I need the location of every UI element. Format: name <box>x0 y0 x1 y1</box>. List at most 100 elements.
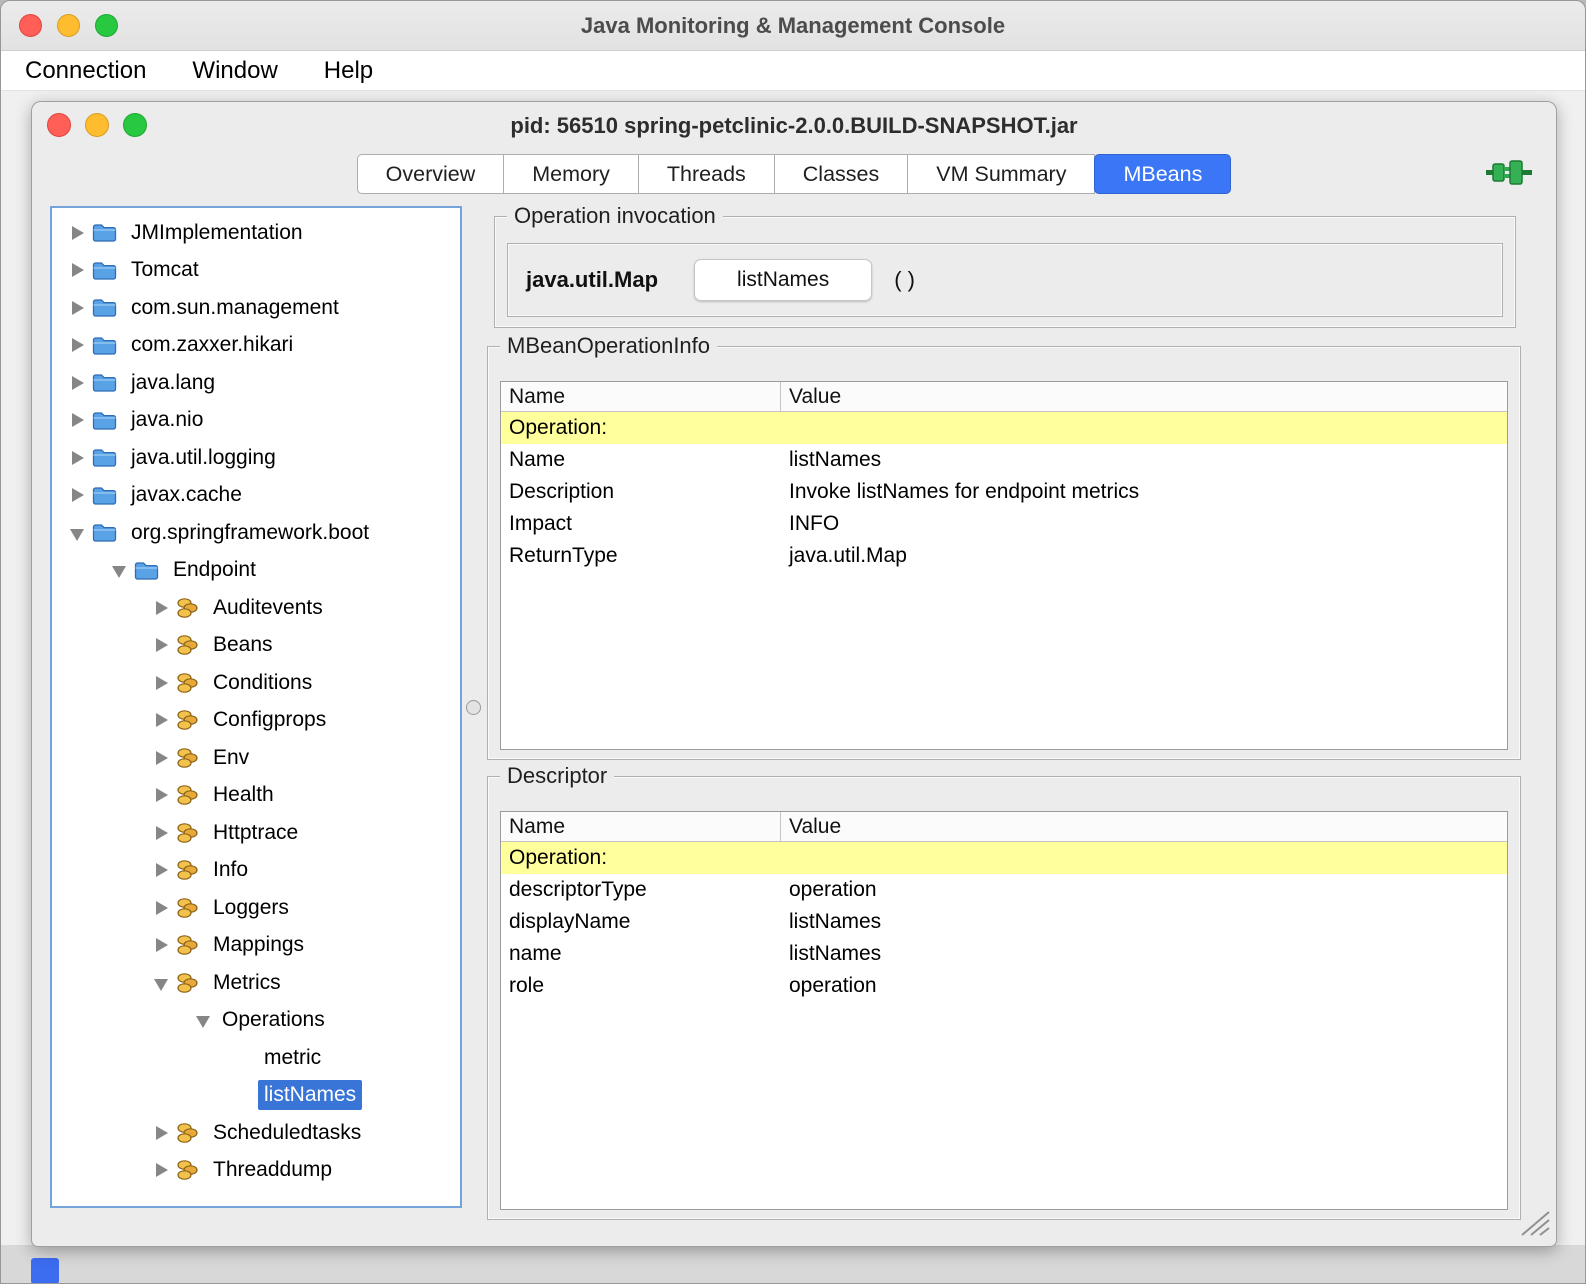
expand-icon[interactable] <box>68 447 90 469</box>
tree-item-metrics[interactable]: Metrics <box>52 964 460 1002</box>
menu-help[interactable]: Help <box>324 57 373 85</box>
table-row[interactable]: descriptorTypeoperation <box>501 874 1507 906</box>
group-title: MBeanOperationInfo <box>500 332 717 360</box>
tree-item-health[interactable]: Health <box>52 777 460 815</box>
expand-icon[interactable] <box>68 222 90 244</box>
tree-item-label: Configprops <box>207 705 332 735</box>
tab-bar: OverviewMemoryThreadsClassesVM SummaryMB… <box>32 152 1556 196</box>
table-row[interactable]: Operation: <box>501 412 1507 444</box>
expand-icon[interactable] <box>152 672 174 694</box>
tree-item-java.nio[interactable]: java.nio <box>52 402 460 440</box>
menu-window[interactable]: Window <box>192 57 277 85</box>
connection-title: pid: 56510 spring-petclinic-2.0.0.BUILD-… <box>32 102 1556 148</box>
table-row[interactable]: NamelistNames <box>501 444 1507 476</box>
tab-threads[interactable]: Threads <box>638 154 775 194</box>
table-row[interactable]: displayNamelistNames <box>501 906 1507 938</box>
expand-icon[interactable] <box>152 709 174 731</box>
table-row[interactable]: Operation: <box>501 842 1507 874</box>
column-header-name[interactable]: Name <box>501 382 781 411</box>
tree-item-org.springframework.boot[interactable]: org.springframework.boot <box>52 514 460 552</box>
tree-item-com.zaxxer.hikari[interactable]: com.zaxxer.hikari <box>52 327 460 365</box>
descriptor-table: Name Value Operation:descriptorTypeopera… <box>500 811 1508 1210</box>
row-value-cell: INFO <box>781 508 1507 540</box>
expand-icon[interactable] <box>152 747 174 769</box>
expand-icon[interactable] <box>68 484 90 506</box>
column-header-value[interactable]: Value <box>781 382 1507 411</box>
tree-item-label: javax.cache <box>125 480 248 510</box>
row-name-cell: ReturnType <box>501 540 781 572</box>
tab-vm-summary[interactable]: VM Summary <box>907 154 1095 194</box>
tree-item-conditions[interactable]: Conditions <box>52 664 460 702</box>
resize-grip[interactable] <box>1516 1208 1550 1241</box>
collapse-icon[interactable] <box>194 1009 216 1031</box>
folder-icon <box>92 222 117 243</box>
folder-icon <box>92 297 117 318</box>
expand-icon[interactable] <box>152 897 174 919</box>
connection-status-icon <box>1486 158 1532 193</box>
expand-icon[interactable] <box>152 822 174 844</box>
expand-icon[interactable] <box>152 1159 174 1181</box>
tree-item-label: com.sun.management <box>125 293 345 323</box>
expand-icon[interactable] <box>68 259 90 281</box>
mbean-operation-info-group: MBeanOperationInfo Name Value Operation:… <box>487 346 1521 760</box>
collapse-icon[interactable] <box>152 972 174 994</box>
tab-classes[interactable]: Classes <box>774 154 908 194</box>
table-row[interactable]: ReturnTypejava.util.Map <box>501 540 1507 572</box>
tree-item-beans[interactable]: Beans <box>52 627 460 665</box>
expand-icon[interactable] <box>152 934 174 956</box>
collapse-icon[interactable] <box>68 522 90 544</box>
tree-item-listnames[interactable]: listNames <box>52 1077 460 1115</box>
tree-item-jmimplementation[interactable]: JMImplementation <box>52 214 460 252</box>
tree-item-mappings[interactable]: Mappings <box>52 927 460 965</box>
mbean-icon <box>176 747 199 769</box>
jconsole-main-window: Java Monitoring & Management Console Con… <box>0 0 1586 1284</box>
expand-icon[interactable] <box>68 372 90 394</box>
row-value-cell: listNames <box>781 906 1507 938</box>
expand-icon[interactable] <box>152 597 174 619</box>
tree-item-info[interactable]: Info <box>52 852 460 890</box>
tree-item-label: Env <box>207 743 255 773</box>
tree-item-com.sun.management[interactable]: com.sun.management <box>52 289 460 327</box>
expand-icon[interactable] <box>152 634 174 656</box>
expand-icon[interactable] <box>68 409 90 431</box>
table-row[interactable]: DescriptionInvoke listNames for endpoint… <box>501 476 1507 508</box>
tree-item-metric[interactable]: metric <box>52 1039 460 1077</box>
tab-mbeans[interactable]: MBeans <box>1094 154 1231 194</box>
tree-item-javax.cache[interactable]: javax.cache <box>52 477 460 515</box>
tab-overview[interactable]: Overview <box>357 154 505 194</box>
tree-item-java.lang[interactable]: java.lang <box>52 364 460 402</box>
connection-window: pid: 56510 spring-petclinic-2.0.0.BUILD-… <box>31 101 1557 1247</box>
expand-icon[interactable] <box>152 859 174 881</box>
expand-icon[interactable] <box>152 1122 174 1144</box>
tab-memory[interactable]: Memory <box>503 154 639 194</box>
tree-item-configprops[interactable]: Configprops <box>52 702 460 740</box>
expand-icon[interactable] <box>152 784 174 806</box>
tree-item-java.util.logging[interactable]: java.util.logging <box>52 439 460 477</box>
row-name-cell: Operation: <box>501 842 781 874</box>
tree-item-auditevents[interactable]: Auditevents <box>52 589 460 627</box>
table-row[interactable]: namelistNames <box>501 938 1507 970</box>
tree-item-env[interactable]: Env <box>52 739 460 777</box>
table-row[interactable]: roleoperation <box>501 970 1507 1002</box>
collapse-icon[interactable] <box>110 559 132 581</box>
tree-indent-spacer <box>236 1084 258 1106</box>
tree-item-endpoint[interactable]: Endpoint <box>52 552 460 590</box>
tree-item-operations[interactable]: Operations <box>52 1002 460 1040</box>
menu-connection[interactable]: Connection <box>25 57 146 85</box>
tree-item-scheduledtasks[interactable]: Scheduledtasks <box>52 1114 460 1152</box>
tree-item-threaddump[interactable]: Threaddump <box>52 1152 460 1190</box>
expand-icon[interactable] <box>68 334 90 356</box>
column-header-value[interactable]: Value <box>781 812 1507 841</box>
tree-item-httptrace[interactable]: Httptrace <box>52 814 460 852</box>
tree-item-label: Loggers <box>207 893 295 923</box>
tree-item-tomcat[interactable]: Tomcat <box>52 252 460 290</box>
tree-item-loggers[interactable]: Loggers <box>52 889 460 927</box>
table-row[interactable]: ImpactINFO <box>501 508 1507 540</box>
column-header-name[interactable]: Name <box>501 812 781 841</box>
invoke-listnames-button[interactable]: listNames <box>694 259 872 301</box>
splitter-handle[interactable] <box>466 700 481 715</box>
app-title: Java Monitoring & Management Console <box>1 1 1585 51</box>
operation-invocation-group: Operation invocation java.util.Map listN… <box>494 216 1516 328</box>
row-name-cell: displayName <box>501 906 781 938</box>
expand-icon[interactable] <box>68 297 90 319</box>
